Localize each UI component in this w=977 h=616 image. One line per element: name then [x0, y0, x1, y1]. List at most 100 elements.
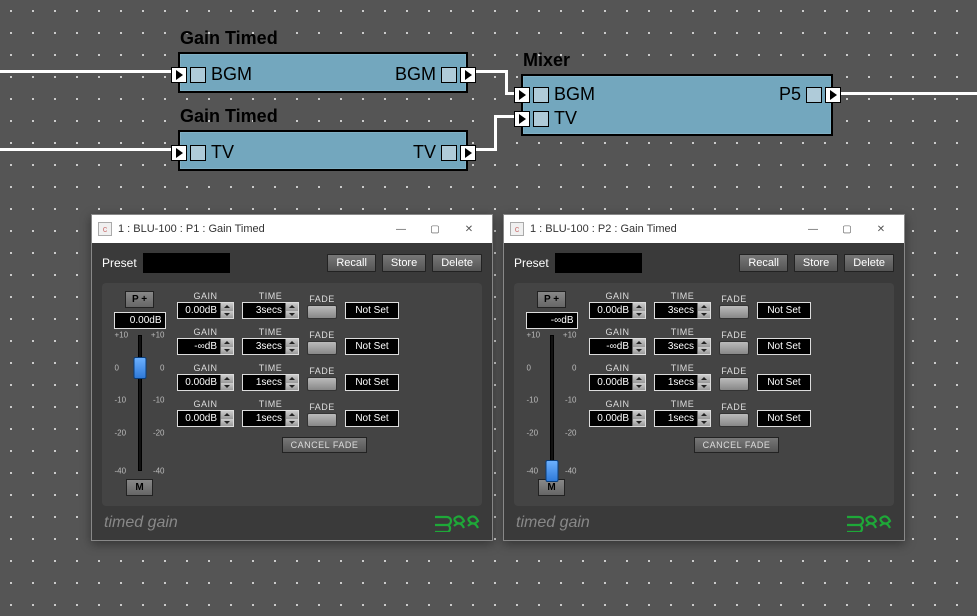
delete-button[interactable]: Delete [844, 254, 894, 272]
gain-value[interactable]: 0.00dB [177, 410, 234, 427]
fade-button[interactable] [719, 341, 749, 355]
preset-input[interactable] [143, 253, 230, 273]
time-cell: TIME 3secs [654, 327, 711, 355]
gain-header: GAIN [193, 327, 217, 337]
gain-value[interactable]: 0.00dB [177, 374, 234, 391]
preset-label: Preset [514, 256, 549, 270]
panel-footer: timed gain [514, 506, 894, 532]
spinner-icon[interactable] [285, 375, 298, 390]
gain-value[interactable]: -∞dB [177, 338, 234, 355]
output-port-tv[interactable]: TV [411, 142, 476, 163]
time-value[interactable]: 3secs [242, 302, 299, 319]
content-frame: P + 0.00dB +10+1000-10-10-20-20-40-40 M … [102, 283, 482, 506]
panel-name: timed gain [104, 514, 178, 532]
polarity-button[interactable]: P + [125, 291, 154, 308]
fade-button[interactable] [719, 413, 749, 427]
gain-cell: GAIN 0.00dB [177, 399, 234, 427]
time-value[interactable]: 1secs [242, 374, 299, 391]
spinner-icon[interactable] [697, 411, 710, 426]
status-cell: Not Set [757, 363, 811, 391]
node-mixer[interactable]: Mixer BGM TV P5 [521, 74, 833, 136]
timed-gain-panel[interactable]: c 1 : BLU-100 : P1 : Gain Timed — ▢ ✕ Pr… [91, 214, 493, 541]
fade-button[interactable] [307, 305, 337, 319]
spinner-icon[interactable] [632, 339, 645, 354]
store-button[interactable]: Store [794, 254, 838, 272]
time-value[interactable]: 3secs [654, 302, 711, 319]
preset-input[interactable] [555, 253, 642, 273]
gain-readout[interactable]: -∞dB [526, 312, 578, 329]
app-icon: c [98, 222, 112, 236]
node-gain-tv[interactable]: Gain Timed TV TV [178, 130, 468, 171]
bss-logo-icon [846, 514, 892, 532]
spinner-icon[interactable] [632, 375, 645, 390]
fader-knob[interactable] [545, 460, 558, 482]
fade-button[interactable] [307, 377, 337, 391]
time-value[interactable]: 3secs [654, 338, 711, 355]
minimize-button[interactable]: — [796, 219, 830, 239]
fade-button[interactable] [719, 305, 749, 319]
time-value[interactable]: 3secs [242, 338, 299, 355]
param-row: GAIN 0.00dB TIME 3secs FADE Not Set [589, 291, 884, 319]
port-square-icon [190, 67, 206, 83]
fade-button[interactable] [719, 377, 749, 391]
input-port-tv[interactable]: TV [171, 142, 236, 163]
output-port-bgm[interactable]: BGM [393, 64, 476, 85]
recall-button[interactable]: Recall [327, 254, 376, 272]
gain-value[interactable]: -∞dB [589, 338, 646, 355]
maximize-button[interactable]: ▢ [418, 219, 452, 239]
spinner-icon[interactable] [285, 411, 298, 426]
spinner-icon[interactable] [220, 411, 233, 426]
close-button[interactable]: ✕ [452, 219, 486, 239]
gain-value[interactable]: 0.00dB [589, 302, 646, 319]
spinner-icon[interactable] [632, 303, 645, 318]
cancel-fade-button[interactable]: CANCEL FADE [694, 437, 780, 453]
input-port-tv[interactable]: TV [514, 108, 579, 129]
gain-cell: GAIN 0.00dB [589, 363, 646, 391]
timed-gain-panel[interactable]: c 1 : BLU-100 : P2 : Gain Timed — ▢ ✕ Pr… [503, 214, 905, 541]
fade-header: FADE [309, 330, 335, 340]
maximize-button[interactable]: ▢ [830, 219, 864, 239]
wire [494, 117, 497, 150]
window-titlebar[interactable]: c 1 : BLU-100 : P2 : Gain Timed — ▢ ✕ [504, 215, 904, 243]
spinner-icon[interactable] [285, 303, 298, 318]
fader[interactable]: +10+1000-10-10-20-20-40-40 [527, 335, 577, 471]
time-value[interactable]: 1secs [242, 410, 299, 427]
time-cell: TIME 3secs [654, 291, 711, 319]
node-gain-bgm[interactable]: Gain Timed BGM BGM [178, 52, 468, 93]
spinner-icon[interactable] [285, 339, 298, 354]
input-port-bgm[interactable]: BGM [514, 84, 597, 105]
gain-cell: GAIN 0.00dB [177, 363, 234, 391]
gain-value[interactable]: 0.00dB [589, 374, 646, 391]
cancel-fade-button[interactable]: CANCEL FADE [282, 437, 368, 453]
spinner-icon[interactable] [697, 303, 710, 318]
fader-knob[interactable] [133, 357, 146, 379]
fade-button[interactable] [307, 341, 337, 355]
fader-column: P + 0.00dB +10+1000-10-10-20-20-40-40 M [112, 291, 167, 496]
status-readout: Not Set [757, 338, 811, 355]
input-port-bgm[interactable]: BGM [171, 64, 254, 85]
recall-button[interactable]: Recall [739, 254, 788, 272]
store-button[interactable]: Store [382, 254, 426, 272]
fader[interactable]: +10+1000-10-10-20-20-40-40 [115, 335, 165, 471]
minimize-button[interactable]: — [384, 219, 418, 239]
close-button[interactable]: ✕ [864, 219, 898, 239]
gain-value[interactable]: 0.00dB [589, 410, 646, 427]
spinner-icon[interactable] [220, 303, 233, 318]
fade-button[interactable] [307, 413, 337, 427]
spinner-icon[interactable] [220, 375, 233, 390]
mute-button[interactable]: M [126, 479, 152, 496]
spinner-icon[interactable] [697, 339, 710, 354]
time-value[interactable]: 1secs [654, 374, 711, 391]
output-port-p5[interactable]: P5 [777, 84, 841, 105]
polarity-button[interactable]: P + [537, 291, 566, 308]
gain-readout[interactable]: 0.00dB [114, 312, 166, 329]
spinner-icon[interactable] [220, 339, 233, 354]
time-header: TIME [259, 399, 283, 409]
gain-value[interactable]: 0.00dB [177, 302, 234, 319]
fade-cell: FADE [719, 330, 749, 355]
spinner-icon[interactable] [697, 375, 710, 390]
spinner-icon[interactable] [632, 411, 645, 426]
window-titlebar[interactable]: c 1 : BLU-100 : P1 : Gain Timed — ▢ ✕ [92, 215, 492, 243]
time-value[interactable]: 1secs [654, 410, 711, 427]
delete-button[interactable]: Delete [432, 254, 482, 272]
